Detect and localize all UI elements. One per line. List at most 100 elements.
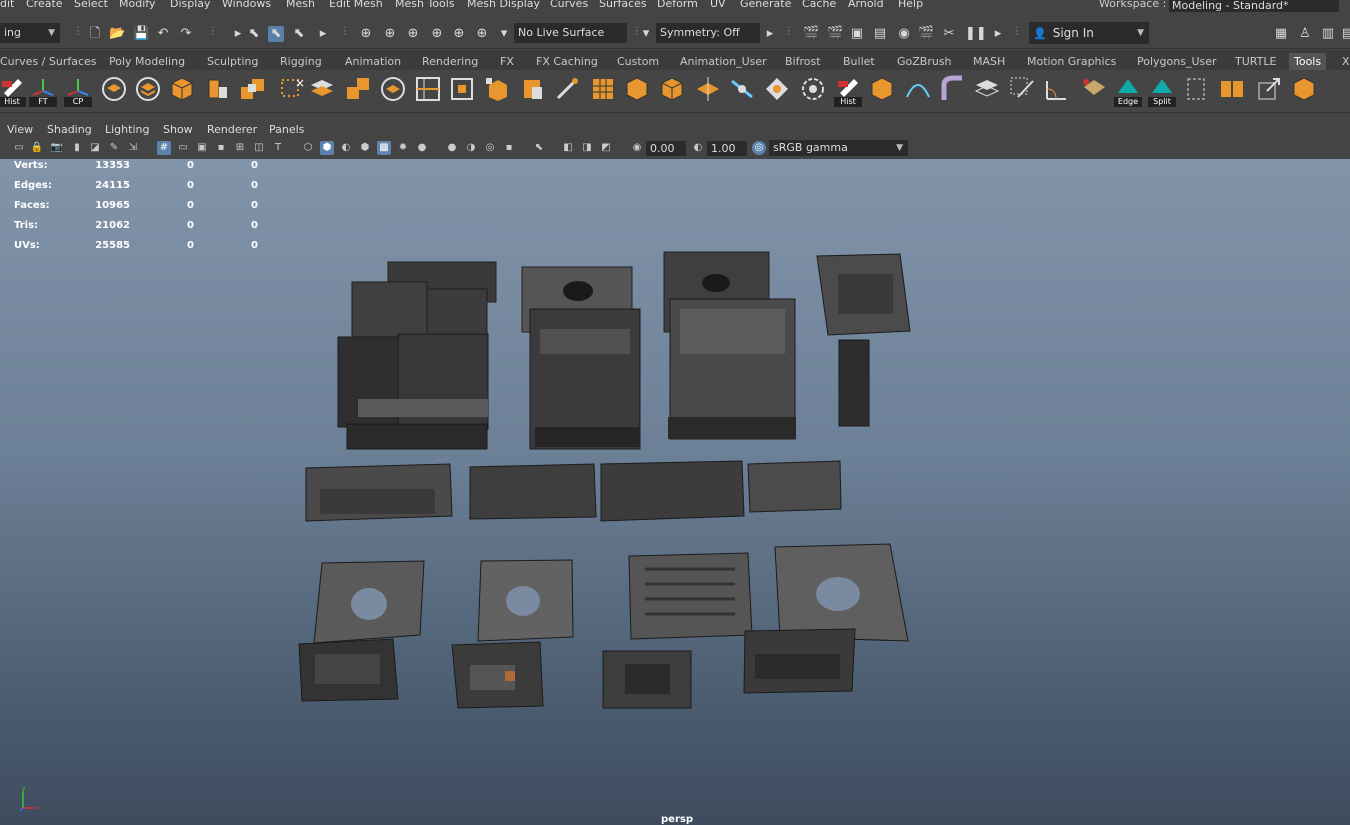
boolean-icon[interactable]: × (279, 75, 307, 105)
split-tool-icon[interactable]: Split (1148, 75, 1176, 107)
generator-model[interactable] (521, 266, 641, 450)
smooth-icon[interactable] (623, 75, 651, 105)
2d-pan-zoom-icon[interactable]: ⇲ (126, 141, 140, 155)
poly-cube-icon[interactable] (168, 75, 196, 105)
bookmark-camera-icon[interactable]: 📷 (50, 141, 64, 155)
floor-plate-model[interactable] (816, 253, 911, 336)
fill-hole-icon[interactable] (519, 75, 547, 105)
sculpt-brush-icon[interactable] (553, 75, 581, 105)
menu-arnold[interactable]: Arnold (848, 0, 884, 10)
panel-menu-view[interactable]: View (7, 123, 33, 136)
extract-icon[interactable] (308, 75, 336, 105)
save-scene-icon[interactable]: 💾 (133, 26, 149, 42)
layer-stack-icon[interactable] (973, 75, 1001, 105)
wall-segment-2-model[interactable] (469, 463, 597, 520)
exposure-icon[interactable]: ◉ (630, 141, 644, 155)
menu-deform[interactable]: Deform (657, 0, 698, 10)
menu-set-select[interactable]: ing ▼ (0, 23, 60, 43)
menu-edit[interactable]: dit (0, 0, 14, 10)
menu-uv[interactable]: UV (710, 0, 726, 10)
menu-curves[interactable]: Curves (550, 0, 588, 10)
tab-bifrost[interactable]: Bifrost (780, 53, 826, 70)
redo-icon[interactable]: ↷ (178, 26, 194, 42)
xray-icon[interactable]: ◧ (561, 141, 575, 155)
tab-bullet[interactable]: Bullet (838, 53, 880, 70)
channel-box-icon[interactable]: ▤ (1340, 26, 1350, 42)
mirror-icon[interactable] (379, 75, 407, 105)
snap-surface-icon[interactable]: ⊕ (451, 26, 467, 42)
render-view-icon[interactable]: 🎬 (803, 26, 819, 42)
curve-icon[interactable] (904, 75, 932, 105)
panel-menu-show[interactable]: Show (163, 123, 193, 136)
multi-cut-icon[interactable] (414, 75, 442, 105)
append-polygon-icon[interactable] (484, 75, 512, 105)
extrude-icon[interactable] (203, 75, 231, 105)
tab-animation[interactable]: Animation (340, 53, 406, 70)
menu-edit-mesh[interactable]: Edit Mesh (329, 0, 383, 10)
smooth-shade-icon[interactable]: ⬢ (320, 141, 334, 155)
pause-icon[interactable]: ❚❚ (965, 26, 987, 42)
scene-models[interactable] (0, 159, 1350, 825)
menu-display[interactable]: Display (170, 0, 211, 10)
menu-generate[interactable]: Generate (740, 0, 791, 10)
isolate-select-icon[interactable]: ⬉ (532, 141, 546, 155)
menu-mesh-tools[interactable]: Mesh Tools (395, 0, 455, 10)
tab-motion-graphics[interactable]: Motion Graphics (1022, 53, 1121, 70)
uv-editor-icon[interactable] (799, 75, 827, 105)
modeling-toolkit-icon[interactable]: ▦ (1273, 26, 1289, 42)
console-2-model[interactable] (451, 641, 544, 709)
hatch-plate-3-model[interactable] (774, 543, 909, 642)
menu-surfaces[interactable]: Surfaces (599, 0, 647, 10)
select-component-icon[interactable]: ⬉ (291, 26, 307, 42)
tab-rigging[interactable]: Rigging (275, 53, 327, 70)
panel-menu-shading[interactable]: Shading (47, 123, 92, 136)
measure-icon[interactable] (1042, 75, 1070, 105)
undo-icon[interactable]: ↶ (155, 26, 171, 42)
menu-cache[interactable]: Cache (802, 0, 836, 10)
expand-icon[interactable]: ▸ (762, 26, 778, 42)
render-settings-icon[interactable]: ▤ (872, 26, 888, 42)
hypershade-icon[interactable]: ◉ (896, 26, 912, 42)
wireframe-on-shaded-icon[interactable]: ⬢ (358, 141, 372, 155)
tab-fx[interactable]: FX (495, 53, 519, 70)
insert-edge-loop-icon[interactable] (448, 75, 476, 105)
console-4-model[interactable] (743, 628, 856, 694)
subdivide-icon[interactable] (589, 75, 617, 105)
chevron-down-icon[interactable]: ▾ (638, 26, 654, 42)
viewport-3d[interactable]: Verts: 13353 0 0 Edges: 24115 0 0 Faces:… (0, 159, 1350, 825)
image-plane-icon[interactable]: ◪ (88, 141, 102, 155)
snap-live-icon[interactable]: ⊕ (474, 26, 490, 42)
bridge-icon[interactable] (344, 75, 372, 105)
live-surface-field[interactable]: No Live Surface (514, 23, 627, 43)
tab-poly-modeling[interactable]: Poly Modeling (104, 53, 190, 70)
combine-icon[interactable] (100, 75, 128, 105)
attribute-editor-icon[interactable]: ▥ (1320, 26, 1336, 42)
color-management-icon[interactable]: ◎ (752, 141, 766, 155)
grease-pencil-icon[interactable]: ✎ (107, 141, 121, 155)
transfer-icon[interactable] (1255, 75, 1283, 105)
delete-history-icon[interactable]: Hist (834, 75, 862, 107)
tab-sculpting[interactable]: Sculpting (202, 53, 263, 70)
tab-tools[interactable]: Tools (1289, 53, 1327, 70)
bevel-icon[interactable] (238, 75, 266, 105)
wall-segment-1-model[interactable] (305, 463, 453, 522)
camera-icon[interactable]: ▭ (12, 141, 26, 155)
bend-icon[interactable] (938, 75, 966, 105)
sign-in-button[interactable]: 👤 Sign In ▼ (1029, 22, 1149, 44)
wall-segment-4-model[interactable] (747, 460, 842, 513)
arnold-render-icon[interactable]: 🎬 (918, 26, 934, 42)
use-all-lights-icon[interactable]: ✹ (396, 141, 410, 155)
open-scene-icon[interactable]: 📂 (109, 26, 125, 42)
tab-turtle[interactable]: TURTLE (1230, 53, 1281, 70)
snap-plane-icon[interactable]: ⊕ (429, 26, 445, 42)
center-pivot-icon[interactable]: CP (64, 75, 92, 107)
wireframe-icon[interactable]: ⬡ (301, 141, 315, 155)
panel-menu-lighting[interactable]: Lighting (105, 123, 149, 136)
depth-of-field-icon[interactable]: ▪ (502, 141, 516, 155)
grid-icon[interactable]: # (157, 141, 171, 155)
menu-select[interactable]: Select (74, 0, 108, 10)
expand-icon[interactable]: ▸ (990, 26, 1006, 42)
pillar-model[interactable] (838, 339, 870, 427)
texture-paint-icon[interactable] (1080, 75, 1108, 105)
menu-help[interactable]: Help (898, 0, 923, 10)
